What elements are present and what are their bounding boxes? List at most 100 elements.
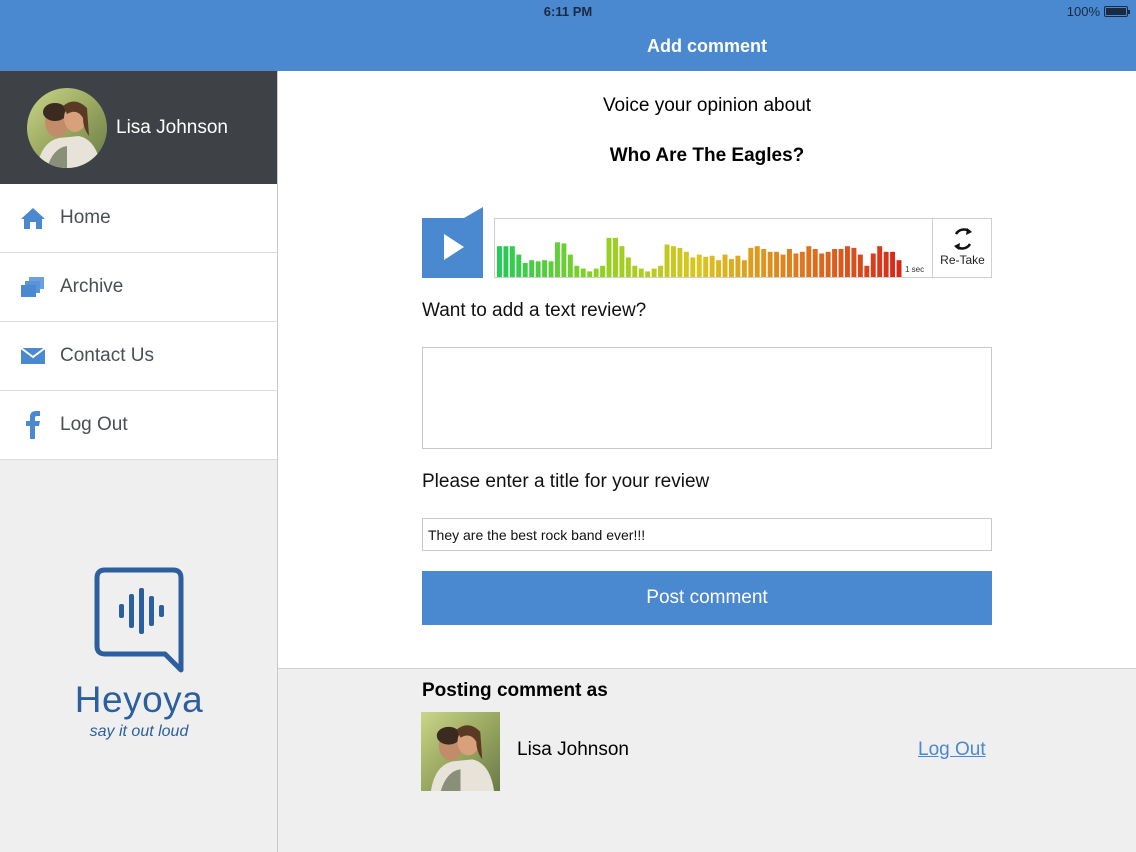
status-battery: 100% xyxy=(1066,4,1130,19)
waveform-bar xyxy=(561,243,567,277)
waveform-bar xyxy=(819,253,825,277)
waveform-bar xyxy=(632,265,638,277)
comment-form: Voice your opinion about Who Are The Eag… xyxy=(278,71,1136,668)
waveform-bar xyxy=(683,251,689,277)
waveform-bar xyxy=(748,247,754,277)
battery-icon xyxy=(1104,6,1130,17)
waveform-bar xyxy=(896,260,902,277)
sidebar-item-label: Home xyxy=(60,207,111,228)
heyoya-logo: Heyoya say it out loud xyxy=(0,566,278,741)
waveform-bar xyxy=(838,249,844,277)
navigation-bar: 6:11 PM 100% Add comment xyxy=(0,0,1136,71)
sidebar-item-label: Log Out xyxy=(60,414,128,435)
voice-label: Voice your opinion about xyxy=(602,95,812,116)
play-button[interactable] xyxy=(422,207,483,278)
waveform-bar xyxy=(761,249,767,277)
waveform-bar xyxy=(825,251,831,277)
topic-title: Who Are The Eagles? xyxy=(609,145,805,166)
waveform-bar xyxy=(548,261,554,277)
waveform-bar xyxy=(555,242,560,277)
sidebar-item-contact-us[interactable]: Contact Us xyxy=(0,322,277,391)
waveform-bar xyxy=(625,257,631,277)
waveform-bar xyxy=(580,268,586,277)
sidebar-item-archive[interactable]: Archive xyxy=(0,253,277,322)
text-review-field[interactable] xyxy=(422,347,992,449)
waveform-bar xyxy=(503,246,509,277)
waveform-bar xyxy=(832,249,838,277)
sidebar-item-log-out[interactable]: Log Out xyxy=(0,391,277,460)
facebook-icon xyxy=(20,411,46,439)
waveform-bar xyxy=(677,247,683,277)
retake-button[interactable]: Re-Take xyxy=(932,219,992,277)
waveform-bar xyxy=(793,253,799,277)
waveform-bar xyxy=(574,265,580,277)
waveform-bar xyxy=(864,265,870,277)
waveform-bar xyxy=(767,251,773,277)
waveform-bar xyxy=(690,257,696,277)
avatar xyxy=(27,87,107,168)
review-title-label: Please enter a title for your review xyxy=(422,471,710,492)
text-review-question: Want to add a text review? xyxy=(422,300,647,321)
sidebar-item-home[interactable]: Home xyxy=(0,184,277,253)
waveform-bar xyxy=(638,268,644,277)
waveform-bar xyxy=(587,271,593,277)
waveform-bar xyxy=(664,244,670,277)
waveform-bar xyxy=(877,246,883,277)
waveform-bar xyxy=(703,256,709,277)
waveform-bar xyxy=(780,254,786,277)
waveform-bar xyxy=(529,260,535,277)
waveform-bar xyxy=(722,254,728,277)
review-title-input[interactable] xyxy=(422,518,992,551)
avatar xyxy=(421,712,500,791)
status-time: 6:11 PM xyxy=(543,4,593,19)
waveform-bar xyxy=(516,254,522,277)
waveform-bar xyxy=(754,246,760,277)
waveform-bar xyxy=(651,268,657,277)
waveform-bar xyxy=(787,249,792,277)
refresh-icon xyxy=(953,228,972,250)
waveform-bar xyxy=(857,254,863,277)
waveform-bar xyxy=(606,237,612,277)
sidebar-item-label: Archive xyxy=(60,276,124,297)
posting-as-label: Posting comment as xyxy=(422,680,608,701)
waveform-bar xyxy=(613,237,618,277)
waveform-bar xyxy=(716,260,722,277)
waveform-bar xyxy=(509,246,515,277)
profile-name: Lisa Johnson xyxy=(116,116,228,138)
retake-label: Re-Take xyxy=(940,253,985,267)
poster-name: Lisa Johnson xyxy=(517,739,629,760)
post-comment-button[interactable]: Post comment xyxy=(422,571,992,625)
waveform-bar xyxy=(671,246,676,277)
waveform-bar xyxy=(542,260,548,277)
waveform-bar xyxy=(883,251,889,277)
logo-name: Heyoya xyxy=(74,679,204,720)
recording-duration: 1 sec xyxy=(905,265,925,274)
profile-header[interactable]: Lisa Johnson xyxy=(0,71,277,184)
waveform-bar xyxy=(774,251,780,277)
waveform-graph xyxy=(497,237,902,277)
home-icon xyxy=(20,205,46,231)
waveform-bar xyxy=(709,255,715,277)
posting-as-section: Posting comment as Lisa Johnson Log Out xyxy=(278,668,1136,852)
waveform-bar xyxy=(535,261,541,277)
waveform-bar xyxy=(890,251,896,277)
speech-bubble-icon xyxy=(94,567,184,673)
waveform-bar xyxy=(741,260,747,277)
battery-percent: 100% xyxy=(1066,4,1100,19)
waveform[interactable]: 1 sec Re-Take xyxy=(494,218,992,278)
waveform-bar xyxy=(645,271,651,277)
waveform-bar xyxy=(600,265,606,277)
waveform-bar xyxy=(845,246,850,277)
waveform-bar xyxy=(806,246,812,277)
page-title: Add comment xyxy=(646,36,767,56)
waveform-bar xyxy=(812,249,818,277)
log-out-link[interactable]: Log Out xyxy=(918,739,986,761)
waveform-bar xyxy=(729,259,734,277)
waveform-bar xyxy=(658,265,664,277)
waveform-bar xyxy=(870,253,876,277)
sidebar-item-label: Contact Us xyxy=(60,345,154,366)
waveform-bar xyxy=(799,251,805,277)
sidebar: Lisa Johnson Home Archive Contact Us Log… xyxy=(0,71,278,852)
waveform-bar xyxy=(851,247,857,277)
waveform-bar xyxy=(522,263,528,277)
